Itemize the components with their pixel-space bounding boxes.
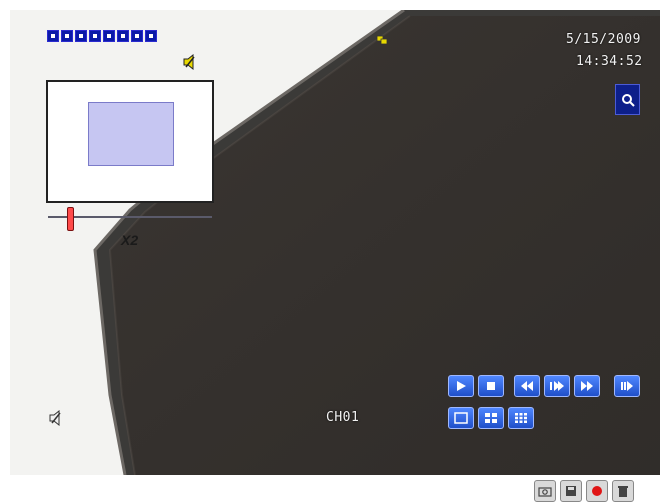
channel-2-icon[interactable] bbox=[61, 30, 73, 42]
record-icon bbox=[592, 486, 602, 496]
channel-5-icon[interactable] bbox=[103, 30, 115, 42]
fast-forward-icon bbox=[581, 381, 593, 391]
channel-3-icon[interactable] bbox=[75, 30, 87, 42]
frame-top bbox=[0, 0, 670, 10]
play-button[interactable] bbox=[448, 375, 474, 397]
step-forward-button[interactable] bbox=[544, 375, 570, 397]
nine-view-icon bbox=[515, 413, 527, 423]
search-icon bbox=[621, 93, 635, 107]
zoom-level-label: X2 bbox=[121, 232, 139, 248]
quad-view-button[interactable] bbox=[478, 407, 504, 429]
rewind-icon bbox=[521, 381, 533, 391]
channel-1-icon[interactable] bbox=[47, 30, 59, 42]
stop-icon bbox=[487, 382, 495, 390]
trash-icon bbox=[618, 486, 628, 497]
play-icon bbox=[457, 381, 466, 391]
nine-view-button[interactable] bbox=[508, 407, 534, 429]
next-frame-icon bbox=[621, 381, 633, 391]
channel-6-icon[interactable] bbox=[117, 30, 129, 42]
single-view-button[interactable] bbox=[448, 407, 474, 429]
channel-4-icon[interactable] bbox=[89, 30, 101, 42]
frame-right bbox=[660, 0, 670, 504]
bottom-toolbar bbox=[534, 480, 660, 504]
date-display: 5/15/2009 bbox=[566, 32, 641, 47]
frame-left bbox=[0, 0, 10, 504]
zoom-preview-window[interactable] bbox=[46, 80, 214, 203]
stop-button[interactable] bbox=[478, 375, 504, 397]
camera-video-feed bbox=[0, 0, 670, 504]
speaker-icon[interactable] bbox=[48, 410, 62, 426]
camera-button[interactable] bbox=[534, 480, 556, 502]
step-forward-icon bbox=[550, 381, 564, 391]
alarm-status-icon bbox=[376, 35, 388, 45]
zoom-slider-handle[interactable] bbox=[67, 207, 75, 231]
single-view-icon bbox=[454, 412, 468, 424]
channel-label: CH01 bbox=[326, 410, 360, 425]
search-button[interactable] bbox=[615, 84, 640, 115]
speaker-icon[interactable] bbox=[182, 54, 196, 70]
channel-8-icon[interactable] bbox=[145, 30, 157, 42]
next-frame-button[interactable] bbox=[614, 375, 640, 397]
record-button[interactable] bbox=[586, 480, 608, 502]
dvr-video-screen: 5/15/2009 14:34:52 X2 CH01 bbox=[0, 0, 670, 504]
save-button[interactable] bbox=[560, 480, 582, 502]
channel-7-icon[interactable] bbox=[131, 30, 143, 42]
channel-status-icons bbox=[47, 30, 157, 42]
time-display: 14:34:52 bbox=[576, 54, 643, 69]
rewind-button[interactable] bbox=[514, 375, 540, 397]
delete-button[interactable] bbox=[612, 480, 634, 502]
fast-forward-button[interactable] bbox=[574, 375, 600, 397]
quad-view-icon bbox=[485, 413, 497, 423]
zoom-region[interactable] bbox=[88, 102, 174, 166]
save-icon bbox=[566, 486, 576, 496]
camera-icon bbox=[538, 487, 552, 497]
